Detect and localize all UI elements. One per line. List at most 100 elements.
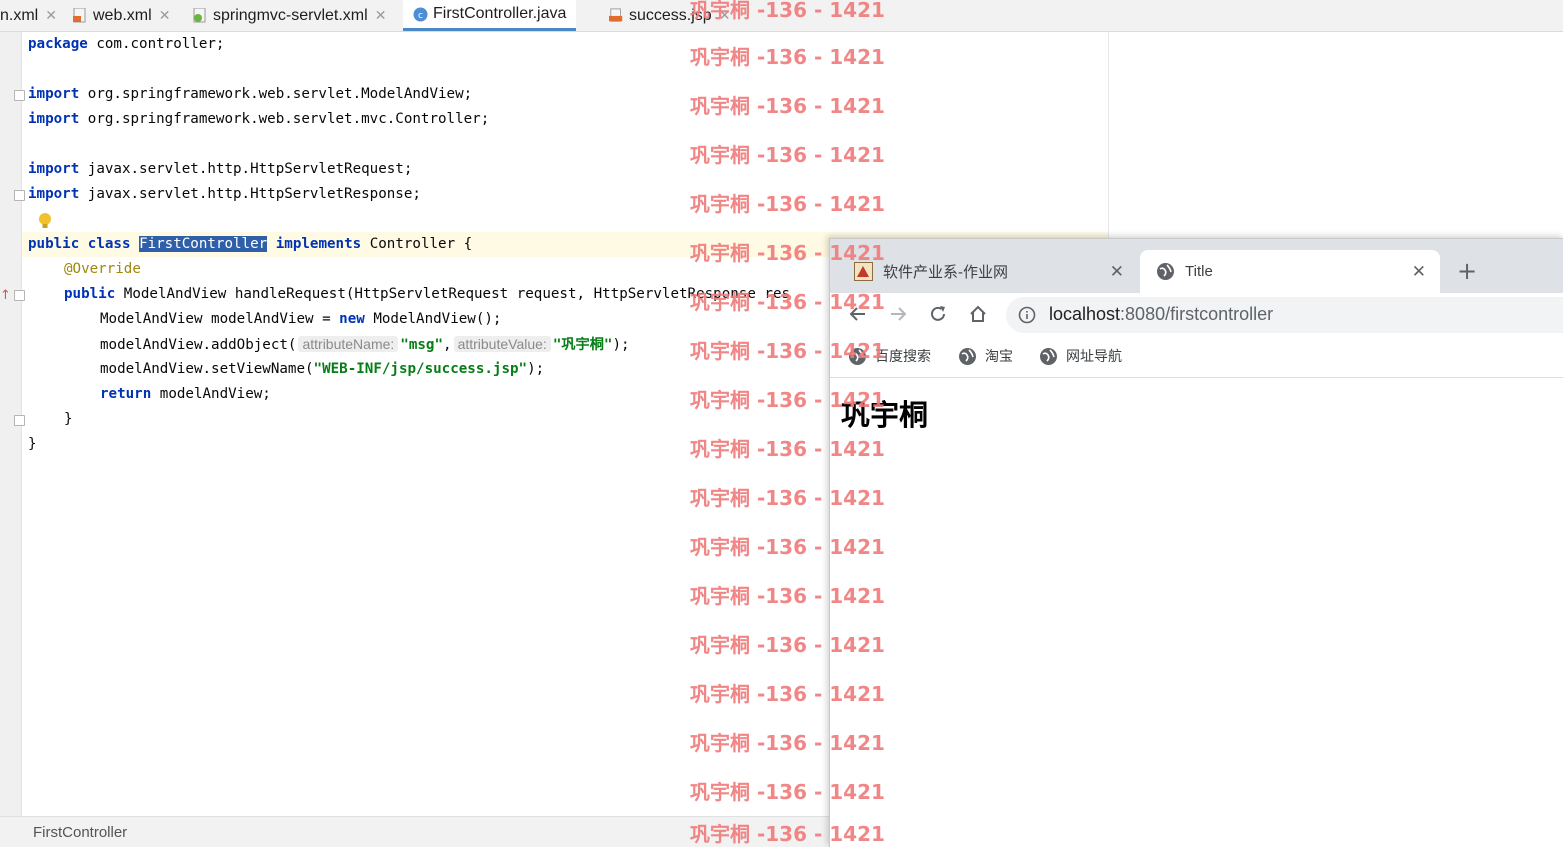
code-text: } — [64, 411, 73, 427]
code-line: import javax.servlet.http.HttpServletReq… — [28, 157, 412, 182]
override-marker-icon[interactable]: ↑ — [0, 288, 11, 303]
back-arrow-icon[interactable] — [847, 303, 869, 325]
string-literal: "msg" — [400, 337, 444, 353]
tab-label: n.xml — [0, 6, 39, 24]
fold-marker-icon[interactable] — [14, 415, 25, 426]
code-text: javax.servlet.http.HttpServletRequest; — [79, 161, 413, 177]
editor-tab-bar: n.xml ✕ web.xml ✕ springmvc-servlet.xml … — [0, 0, 1563, 32]
reload-icon[interactable] — [927, 303, 949, 325]
string-literal: "巩宇桐" — [552, 337, 613, 353]
svg-text:c: c — [418, 11, 423, 21]
bookmarks-bar: 百度搜索 淘宝 网址导航 — [830, 337, 1563, 378]
bookmark-taobao[interactable]: 淘宝 — [958, 346, 1013, 366]
code-line: import org.springframework.web.servlet.M… — [28, 82, 472, 107]
globe-icon — [1156, 262, 1175, 281]
parameter-hint: attributeValue: — [453, 336, 551, 352]
code-text: , — [443, 337, 452, 353]
globe-icon — [1039, 347, 1058, 366]
code-text: ); — [612, 337, 630, 353]
code-text: } — [28, 436, 37, 452]
code-line: return modelAndView; — [100, 382, 271, 407]
parameter-hint: attributeName: — [298, 336, 399, 352]
keyword: import — [28, 161, 80, 177]
browser-tab-title-page[interactable]: Title ✕ — [1140, 250, 1440, 293]
keyword: public — [64, 286, 116, 302]
keyword: class — [87, 236, 131, 252]
editor-tab-springmvc-servlet-xml[interactable]: springmvc-servlet.xml ✕ — [193, 0, 386, 31]
annotation: @Override — [64, 261, 141, 277]
browser-tab-title: 软件产业系-作业网 — [883, 264, 1008, 281]
code-text: modelAndView; — [151, 386, 271, 402]
forward-arrow-icon[interactable] — [887, 303, 909, 325]
java-class-icon: c — [413, 7, 428, 22]
code-line: modelAndView.setViewName("WEB-INF/jsp/su… — [100, 357, 544, 382]
code-line: import javax.servlet.http.HttpServletRes… — [28, 182, 421, 207]
jsp-file-icon — [609, 8, 624, 23]
close-icon[interactable]: ✕ — [1412, 262, 1426, 282]
globe-icon — [848, 347, 867, 366]
url-text[interactable]: localhost:8080/firstcontroller — [1049, 304, 1273, 325]
code-text: ModelAndView modelAndView = — [100, 311, 340, 327]
page-heading: 巩宇桐 — [841, 398, 929, 432]
keyword: new — [339, 311, 365, 327]
browser-tab-title: Title — [1185, 263, 1213, 280]
keyword: import — [28, 86, 80, 102]
spring-xml-file-icon — [193, 8, 208, 23]
code-line: import org.springframework.web.servlet.m… — [28, 107, 489, 132]
info-icon[interactable] — [1018, 306, 1036, 328]
browser-window: 软件产业系-作业网 ✕ Title ✕ + localhost:8080/fir… — [829, 238, 1563, 847]
browser-page-content: 巩宇桐 — [830, 378, 1563, 847]
code-text: org.springframework.web.servlet.mvc.Cont… — [79, 111, 490, 127]
code-text: modelAndView.addObject( — [100, 337, 297, 353]
browser-toolbar: localhost:8080/firstcontroller — [830, 293, 1563, 337]
code-line: } — [64, 407, 73, 432]
close-icon[interactable]: ✕ — [159, 7, 171, 24]
close-icon[interactable]: ✕ — [1110, 262, 1124, 282]
bookmark-label: 网址导航 — [1066, 348, 1122, 364]
editor-tab-firstcontroller-java[interactable]: c FirstController.java — [403, 0, 577, 31]
editor-tab-success-jsp[interactable]: success.jsp ✕ — [609, 0, 730, 31]
close-icon[interactable]: ✕ — [375, 7, 387, 24]
bookmark-nav[interactable]: 网址导航 — [1039, 346, 1122, 366]
selected-class-name[interactable]: FirstController — [139, 236, 268, 252]
new-tab-button[interactable]: + — [1457, 259, 1477, 283]
breadcrumb[interactable]: FirstController — [33, 824, 127, 841]
code-line: public class FirstController implements … — [28, 232, 472, 257]
browser-tab-strip: 软件产业系-作业网 ✕ Title ✕ + — [830, 239, 1563, 293]
close-icon[interactable]: ✕ — [719, 7, 731, 24]
code-text: javax.servlet.http.HttpServletResponse; — [79, 186, 421, 202]
keyword: implements — [275, 236, 362, 252]
editor-tab-web-xml[interactable]: web.xml ✕ — [73, 0, 170, 31]
globe-icon — [958, 347, 977, 366]
home-icon[interactable] — [967, 303, 989, 325]
keyword: public — [28, 236, 80, 252]
tab-label: FirstController.java — [433, 5, 567, 22]
keyword: import — [28, 111, 80, 127]
url-path: :8080/firstcontroller — [1120, 304, 1274, 324]
fold-marker-icon[interactable] — [14, 190, 25, 201]
bookmark-baidu[interactable]: 百度搜索 — [848, 346, 931, 366]
code-text: ModelAndView(); — [364, 311, 502, 327]
tab-label: springmvc-servlet.xml — [213, 6, 368, 24]
code-text: modelAndView.setViewName( — [100, 361, 314, 377]
browser-tab-homework[interactable]: 软件产业系-作业网 ✕ — [838, 250, 1138, 293]
code-text: Controller { — [361, 236, 473, 252]
address-bar[interactable]: localhost:8080/firstcontroller — [1006, 297, 1563, 333]
lightbulb-icon[interactable] — [38, 212, 52, 230]
tab-label: success.jsp — [629, 6, 712, 24]
code-text: ); — [527, 361, 545, 377]
bookmark-label: 淘宝 — [985, 348, 1013, 364]
xml-file-icon — [73, 8, 88, 23]
string-literal: "WEB-INF/jsp/success.jsp" — [313, 361, 528, 377]
code-line: public ModelAndView handleRequest(HttpSe… — [64, 282, 790, 307]
fold-marker-icon[interactable] — [14, 290, 25, 301]
fold-marker-icon[interactable] — [14, 90, 25, 101]
bookmark-label: 百度搜索 — [875, 348, 931, 364]
editor-tab-n-xml[interactable]: n.xml ✕ — [0, 0, 57, 31]
keyword: return — [100, 386, 152, 402]
code-text: org.springframework.web.servlet.ModelAnd… — [79, 86, 473, 102]
tab-label: web.xml — [93, 6, 152, 24]
code-text: com.controller; — [87, 36, 225, 52]
close-icon[interactable]: ✕ — [45, 7, 57, 24]
keyword: package — [28, 36, 88, 52]
